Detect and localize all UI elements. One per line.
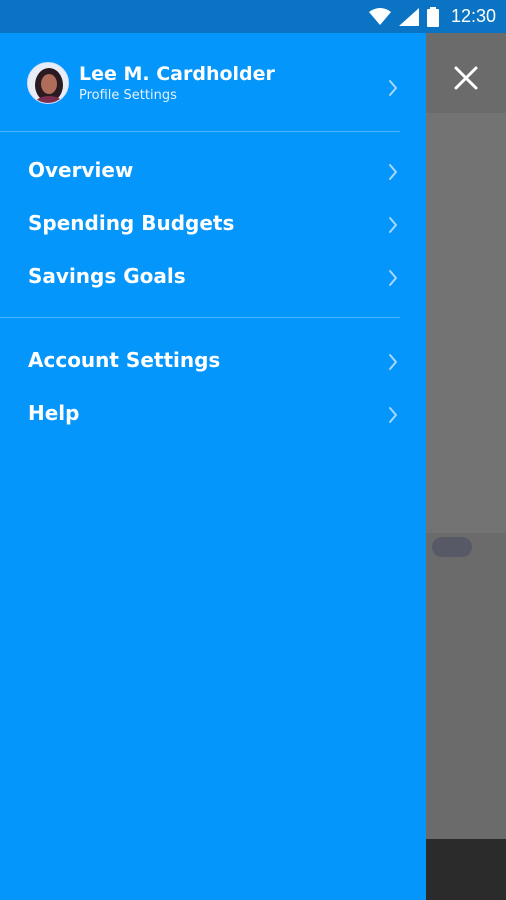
menu-item-label: Spending Budgets: [28, 211, 235, 235]
dimmed-background[interactable]: [426, 33, 506, 900]
battery-icon: [426, 6, 439, 27]
menu-item-account-settings[interactable]: Account Settings: [0, 336, 426, 388]
menu-item-label: Savings Goals: [28, 264, 186, 288]
signal-icon: [398, 7, 419, 26]
profile-settings-label: Profile Settings: [79, 88, 177, 103]
chevron-right-icon: [389, 164, 397, 180]
menu-item-label: Account Settings: [28, 348, 221, 372]
background-button: [432, 537, 472, 557]
menu-item-overview[interactable]: Overview: [0, 146, 426, 198]
menu-item-savings-goals[interactable]: Savings Goals: [0, 252, 426, 304]
status-time: 12:30: [450, 6, 496, 26]
chevron-right-icon: [389, 217, 397, 233]
menu-item-help[interactable]: Help: [0, 389, 426, 441]
menu-item-label: Overview: [28, 158, 134, 182]
chevron-right-icon: [389, 354, 397, 370]
background-content: [426, 113, 506, 533]
wifi-icon: [368, 7, 391, 25]
divider: [0, 131, 400, 132]
menu-item-spending-budgets[interactable]: Spending Budgets: [0, 199, 426, 251]
navigation-drawer: Lee M. Cardholder Profile Settings Overv…: [0, 33, 426, 900]
avatar: [27, 62, 69, 104]
chevron-right-icon: [389, 270, 397, 286]
status-icons: 12:30: [368, 0, 496, 33]
profile-name: Lee M. Cardholder: [79, 63, 275, 85]
background-bottom-bar: [426, 839, 506, 900]
chevron-right-icon: [389, 407, 397, 423]
chevron-right-icon: [389, 80, 397, 96]
profile-row[interactable]: Lee M. Cardholder Profile Settings: [0, 33, 426, 131]
status-bar: 12:30: [0, 0, 506, 33]
menu-item-label: Help: [28, 401, 80, 425]
divider: [0, 317, 400, 318]
close-icon[interactable]: [448, 60, 484, 96]
